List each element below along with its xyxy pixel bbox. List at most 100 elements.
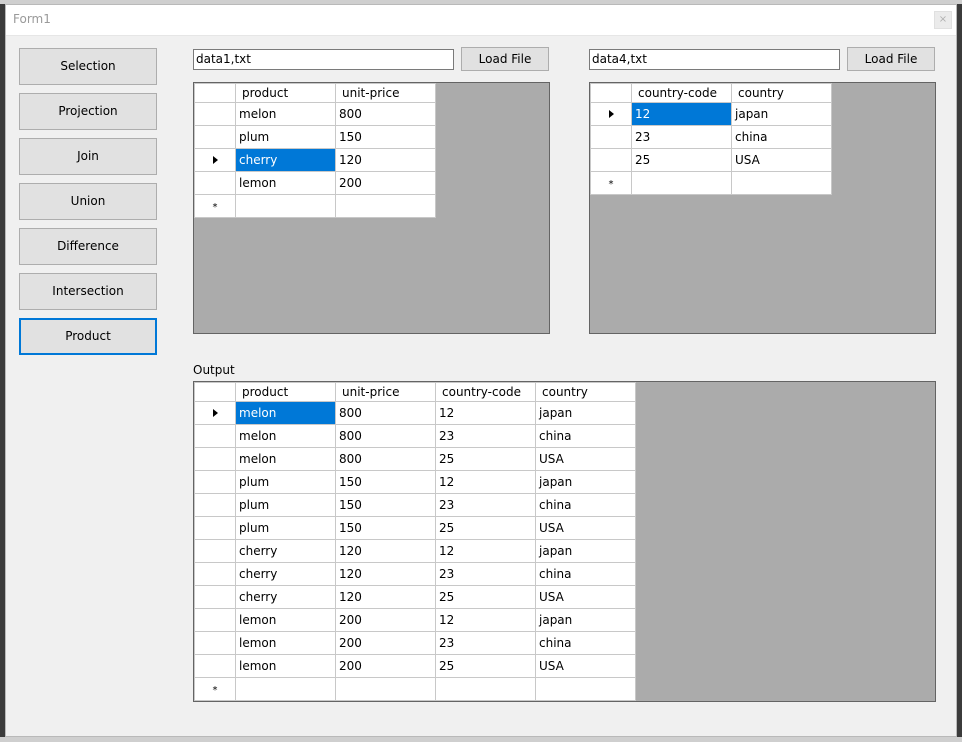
table-row[interactable]: lemon 200 23 china [194,631,636,655]
grid-cell[interactable]: 120 [335,585,436,609]
output-data-grid[interactable]: product unit-price country-code country … [193,381,936,702]
row-header[interactable] [194,585,236,609]
grid-cell[interactable]: 23 [435,424,536,448]
grid-cell[interactable]: japan [731,102,832,126]
close-icon[interactable]: × [934,11,952,29]
grid-cell[interactable]: USA [535,447,636,471]
grid-cell[interactable]: melon [235,424,336,448]
grid-cell[interactable]: lemon [235,654,336,678]
table-row[interactable]: cherry 120 12 japan [194,539,636,563]
table-row[interactable]: lemon 200 25 USA [194,654,636,678]
grid-cell-selected[interactable]: 12 [631,102,732,126]
intersection-button[interactable]: Intersection [19,273,157,310]
grid-cell-new[interactable] [235,194,336,218]
table-row[interactable]: plum 150 [194,125,436,149]
new-row[interactable]: * [194,194,436,218]
table-row[interactable]: plum 150 25 USA [194,516,636,540]
row-header-current[interactable] [590,102,632,126]
grid-cell[interactable]: lemon [235,631,336,655]
grid-cell[interactable]: 25 [631,148,732,172]
grid-cell[interactable]: 23 [435,562,536,586]
grid-cell-new[interactable] [335,194,436,218]
grid-cell-new[interactable] [335,677,436,701]
product-button[interactable]: Product [19,318,157,355]
new-row[interactable]: * [194,677,636,701]
projection-button[interactable]: Projection [19,93,157,130]
row-header[interactable] [194,493,236,517]
table-row[interactable]: melon 800 23 china [194,424,636,448]
right-data-grid[interactable]: country-code country 12 japan 23 china 2… [589,82,936,334]
grid-cell[interactable]: 150 [335,516,436,540]
grid-cell[interactable]: 200 [335,171,436,195]
grid-cell[interactable]: 150 [335,493,436,517]
left-file-input[interactable]: data1,txt [193,49,454,70]
left-load-file-button[interactable]: Load File [461,47,549,71]
grid-cell[interactable]: 800 [335,102,436,126]
grid-cell[interactable]: 12 [435,539,536,563]
difference-button[interactable]: Difference [19,228,157,265]
selection-button[interactable]: Selection [19,48,157,85]
grid-cell[interactable]: 12 [435,401,536,425]
grid-cell[interactable]: USA [535,585,636,609]
grid-cell[interactable]: 23 [435,493,536,517]
grid-cell[interactable]: melon [235,447,336,471]
new-row[interactable]: * [590,171,832,195]
grid-cell[interactable]: 800 [335,447,436,471]
output-grid-corner-header[interactable] [194,382,236,402]
grid-cell[interactable]: cherry [235,585,336,609]
row-header-current[interactable] [194,148,236,172]
grid-cell[interactable]: USA [731,148,832,172]
grid-cell[interactable]: 25 [435,516,536,540]
grid-cell[interactable]: USA [535,516,636,540]
grid-cell[interactable]: japan [535,470,636,494]
grid-cell[interactable]: 120 [335,539,436,563]
grid-cell[interactable]: cherry [235,539,336,563]
output-col-header-country-code[interactable]: country-code [435,382,536,402]
row-header[interactable] [194,424,236,448]
right-col-header-country-code[interactable]: country-code [631,83,732,103]
grid-cell[interactable]: 800 [335,401,436,425]
row-header[interactable] [194,171,236,195]
table-row[interactable]: cherry 120 25 USA [194,585,636,609]
grid-cell[interactable]: china [731,125,832,149]
grid-cell[interactable]: 200 [335,654,436,678]
table-row[interactable]: lemon 200 [194,171,436,195]
row-header[interactable] [194,562,236,586]
grid-cell[interactable]: 800 [335,424,436,448]
grid-cell[interactable]: china [535,562,636,586]
table-row[interactable]: 25 USA [590,148,832,172]
row-header[interactable] [194,654,236,678]
right-file-input[interactable]: data4,txt [589,49,840,70]
table-row[interactable]: plum 150 23 china [194,493,636,517]
grid-cell[interactable]: melon [235,102,336,126]
grid-cell-new[interactable] [235,677,336,701]
table-row[interactable]: melon 800 [194,102,436,126]
grid-cell[interactable]: plum [235,125,336,149]
title-bar[interactable]: Form1 × [6,5,956,36]
grid-cell[interactable]: japan [535,608,636,632]
grid-cell[interactable]: USA [535,654,636,678]
right-grid-corner-header[interactable] [590,83,632,103]
new-row-header[interactable]: * [590,171,632,195]
grid-cell[interactable]: 12 [435,608,536,632]
row-header[interactable] [194,539,236,563]
union-button[interactable]: Union [19,183,157,220]
new-row-header[interactable]: * [194,194,236,218]
row-header[interactable] [194,631,236,655]
output-col-header-product[interactable]: product [235,382,336,402]
grid-cell[interactable]: japan [535,539,636,563]
row-header[interactable] [194,125,236,149]
right-load-file-button[interactable]: Load File [847,47,935,71]
table-row[interactable]: cherry 120 23 china [194,562,636,586]
row-header[interactable] [194,102,236,126]
grid-cell[interactable]: lemon [235,608,336,632]
grid-cell[interactable]: 120 [335,148,436,172]
grid-cell[interactable]: 23 [435,631,536,655]
grid-cell-new[interactable] [535,677,636,701]
table-row[interactable]: plum 150 12 japan [194,470,636,494]
right-col-header-country[interactable]: country [731,83,832,103]
grid-cell[interactable]: 23 [631,125,732,149]
left-col-header-product[interactable]: product [235,83,336,103]
left-data-grid[interactable]: product unit-price melon 800 plum 150 ch… [193,82,550,334]
grid-cell[interactable]: 120 [335,562,436,586]
